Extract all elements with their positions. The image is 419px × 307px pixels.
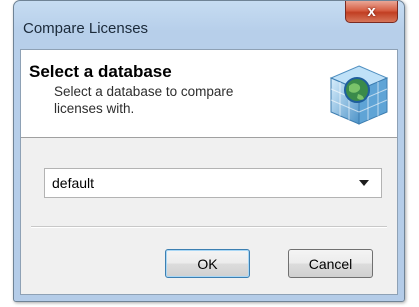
- database-dropdown[interactable]: default: [44, 168, 382, 198]
- close-icon: x: [367, 3, 376, 20]
- header-title: Select a database: [29, 62, 172, 81]
- header-panel: Select a database Select a database to c…: [21, 50, 397, 138]
- cancel-button-label: Cancel: [308, 255, 353, 272]
- database-dropdown-value: default: [52, 175, 95, 191]
- ok-button-label: OK: [197, 255, 218, 272]
- database-globe-icon: [329, 65, 389, 125]
- window-title: Compare Licenses: [23, 20, 149, 37]
- title-bar[interactable]: Compare Licenses x: [14, 1, 404, 49]
- divider: [31, 226, 387, 228]
- header-description: Select a database to compare licenses wi…: [54, 84, 234, 116]
- chevron-down-icon[interactable]: [359, 180, 369, 186]
- close-button[interactable]: x: [345, 1, 398, 23]
- compare-licenses-dialog: Compare Licenses x Select a database Sel…: [13, 0, 405, 302]
- dialog-body: Select a database Select a database to c…: [20, 49, 398, 295]
- ok-button[interactable]: OK: [165, 249, 250, 278]
- cancel-button[interactable]: Cancel: [288, 249, 373, 278]
